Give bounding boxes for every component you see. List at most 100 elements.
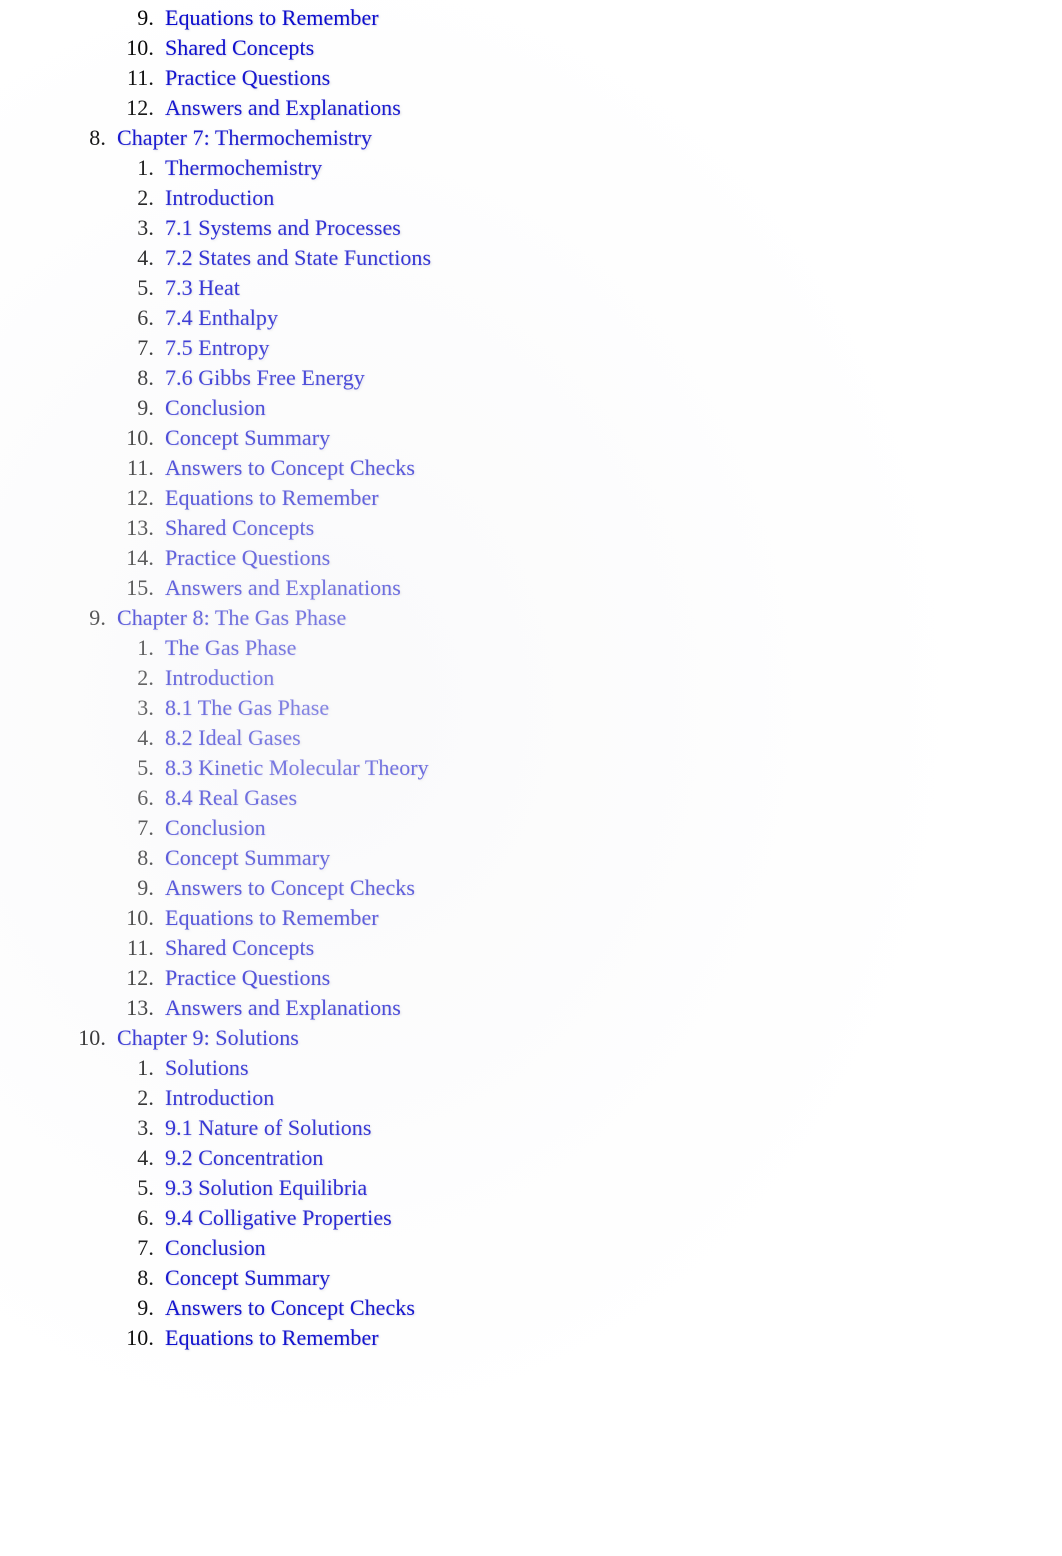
toc-section-link[interactable]: 9.2 Concentration [165, 1143, 323, 1173]
toc-item-number: 5. [137, 755, 154, 780]
toc-section-row[interactable]: 9. Conclusion [0, 393, 1062, 423]
toc-section-row[interactable]: 2. Introduction [0, 1083, 1062, 1113]
toc-section-link[interactable]: Introduction [165, 1083, 274, 1113]
toc-section-link[interactable]: 8.1 The Gas Phase [165, 693, 329, 723]
toc-section-link[interactable]: 7.1 Systems and Processes [165, 213, 401, 243]
toc-section-link[interactable]: 7.5 Entropy [165, 333, 269, 363]
toc-chapter-link[interactable]: Chapter 8: The Gas Phase [117, 603, 346, 633]
toc-item-number: 10. [126, 425, 154, 450]
toc-section-row[interactable]: 2. Introduction [0, 663, 1062, 693]
toc-section-row[interactable]: 2. Introduction [0, 183, 1062, 213]
toc-section-link[interactable]: Practice Questions [165, 543, 330, 573]
toc-section-link[interactable]: Answers to Concept Checks [165, 453, 415, 483]
toc-section-row[interactable]: 13. Answers and Explanations [0, 993, 1062, 1023]
toc-section-row[interactable]: 8. Concept Summary [0, 843, 1062, 873]
toc-section-row[interactable]: 8. Concept Summary [0, 1263, 1062, 1293]
toc-section-link[interactable]: Solutions [165, 1053, 249, 1083]
toc-section-link[interactable]: Conclusion [165, 393, 266, 423]
toc-item-number: 1. [137, 1055, 154, 1080]
toc-chapter-row[interactable]: 10. Chapter 9: Solutions [0, 1023, 1062, 1053]
toc-section-row[interactable]: 10. Concept Summary [0, 423, 1062, 453]
toc-section-link[interactable]: Answers to Concept Checks [165, 873, 415, 903]
toc-section-row[interactable]: 7. 7.5 Entropy [0, 333, 1062, 363]
toc-section-link[interactable]: 8.2 Ideal Gases [165, 723, 301, 753]
toc-item-number: 8. [137, 365, 154, 390]
toc-section-row[interactable]: 3. 8.1 The Gas Phase [0, 693, 1062, 723]
toc-section-row[interactable]: 5. 8.3 Kinetic Molecular Theory [0, 753, 1062, 783]
toc-section-row[interactable]: 11. Practice Questions [0, 63, 1062, 93]
toc-section-link[interactable]: 8.3 Kinetic Molecular Theory [165, 753, 429, 783]
toc-chapter-link[interactable]: Chapter 7: Thermochemistry [117, 123, 372, 153]
toc-section-row[interactable]: 4. 7.2 States and State Functions [0, 243, 1062, 273]
toc-chapter-link[interactable]: Chapter 9: Solutions [117, 1023, 299, 1053]
toc-section-link[interactable]: 7.3 Heat [165, 273, 240, 303]
toc-section-link[interactable]: Answers to Concept Checks [165, 1293, 415, 1323]
toc-section-link[interactable]: The Gas Phase [165, 633, 296, 663]
toc-section-link[interactable]: Answers and Explanations [165, 993, 401, 1023]
toc-section-link[interactable]: Shared Concepts [165, 513, 314, 543]
toc-section-row[interactable]: 10. Equations to Remember [0, 903, 1062, 933]
toc-section-link[interactable]: 7.6 Gibbs Free Energy [165, 363, 365, 393]
toc-section-link[interactable]: 7.4 Enthalpy [165, 303, 278, 333]
toc-section-row[interactable]: 5. 7.3 Heat [0, 273, 1062, 303]
toc-item-number: 3. [137, 1115, 154, 1140]
toc-section-row[interactable]: 13. Shared Concepts [0, 513, 1062, 543]
toc-section-row[interactable]: 6. 8.4 Real Gases [0, 783, 1062, 813]
toc-section-row[interactable]: 9. Answers to Concept Checks [0, 873, 1062, 903]
toc-section-row[interactable]: 9. Equations to Remember [0, 3, 1062, 33]
toc-item-number: 1. [137, 635, 154, 660]
toc-section-row[interactable]: 12. Practice Questions [0, 963, 1062, 993]
toc-section-row[interactable]: 7. Conclusion [0, 813, 1062, 843]
toc-section-link[interactable]: Conclusion [165, 813, 266, 843]
toc-section-row[interactable]: 6. 9.4 Colligative Properties [0, 1203, 1062, 1233]
toc-section-row[interactable]: 11. Answers to Concept Checks [0, 453, 1062, 483]
toc-section-row[interactable]: 4. 8.2 Ideal Gases [0, 723, 1062, 753]
toc-section-row[interactable]: 11. Shared Concepts [0, 933, 1062, 963]
toc-section-link[interactable]: 8.4 Real Gases [165, 783, 297, 813]
toc-section-link[interactable]: Equations to Remember [165, 903, 379, 933]
toc-section-row[interactable]: 12. Answers and Explanations [0, 93, 1062, 123]
toc-section-row[interactable]: 8. 7.6 Gibbs Free Energy [0, 363, 1062, 393]
toc-section-row[interactable]: 10. Equations to Remember [0, 1323, 1062, 1353]
toc-section-link[interactable]: Equations to Remember [165, 1323, 379, 1353]
toc-section-row[interactable]: 5. 9.3 Solution Equilibria [0, 1173, 1062, 1203]
toc-section-row[interactable]: 1. Thermochemistry [0, 153, 1062, 183]
toc-section-row[interactable]: 15. Answers and Explanations [0, 573, 1062, 603]
toc-section-link[interactable]: 9.3 Solution Equilibria [165, 1173, 367, 1203]
toc-section-link[interactable]: Conclusion [165, 1233, 266, 1263]
toc-section-link[interactable]: Equations to Remember [165, 483, 379, 513]
toc-section-link[interactable]: Concept Summary [165, 843, 330, 873]
toc-chapter-row[interactable]: 8. Chapter 7: Thermochemistry [0, 123, 1062, 153]
toc-section-link[interactable]: Practice Questions [165, 63, 330, 93]
toc-item-number: 2. [137, 1085, 154, 1110]
toc-section-link[interactable]: 7.2 States and State Functions [165, 243, 431, 273]
toc-section-link[interactable]: 9.4 Colligative Properties [165, 1203, 392, 1233]
toc-section-row[interactable]: 1. The Gas Phase [0, 633, 1062, 663]
toc-section-link[interactable]: Introduction [165, 183, 274, 213]
toc-section-row[interactable]: 7. Conclusion [0, 1233, 1062, 1263]
toc-section-link[interactable]: Equations to Remember [165, 3, 379, 33]
toc-section-link[interactable]: Answers and Explanations [165, 573, 401, 603]
toc-section-link[interactable]: Concept Summary [165, 423, 330, 453]
toc-section-row[interactable]: 9. Answers to Concept Checks [0, 1293, 1062, 1323]
toc-section-link[interactable]: Concept Summary [165, 1263, 330, 1293]
toc-section-row[interactable]: 6. 7.4 Enthalpy [0, 303, 1062, 333]
toc-item-number: 13. [126, 995, 154, 1020]
toc-item-number: 8. [89, 125, 106, 150]
toc-section-row[interactable]: 14. Practice Questions [0, 543, 1062, 573]
toc-section-link[interactable]: Introduction [165, 663, 274, 693]
toc-section-row[interactable]: 3. 9.1 Nature of Solutions [0, 1113, 1062, 1143]
toc-item-number: 3. [137, 695, 154, 720]
toc-section-link[interactable]: Shared Concepts [165, 933, 314, 963]
toc-section-row[interactable]: 12. Equations to Remember [0, 483, 1062, 513]
toc-section-link[interactable]: Answers and Explanations [165, 93, 401, 123]
toc-section-link[interactable]: Practice Questions [165, 963, 330, 993]
toc-section-row[interactable]: 10. Shared Concepts [0, 33, 1062, 63]
toc-section-link[interactable]: 9.1 Nature of Solutions [165, 1113, 371, 1143]
toc-section-row[interactable]: 1. Solutions [0, 1053, 1062, 1083]
toc-section-row[interactable]: 3. 7.1 Systems and Processes [0, 213, 1062, 243]
toc-chapter-row[interactable]: 9. Chapter 8: The Gas Phase [0, 603, 1062, 633]
toc-section-link[interactable]: Thermochemistry [165, 153, 322, 183]
toc-section-row[interactable]: 4. 9.2 Concentration [0, 1143, 1062, 1173]
toc-section-link[interactable]: Shared Concepts [165, 33, 314, 63]
